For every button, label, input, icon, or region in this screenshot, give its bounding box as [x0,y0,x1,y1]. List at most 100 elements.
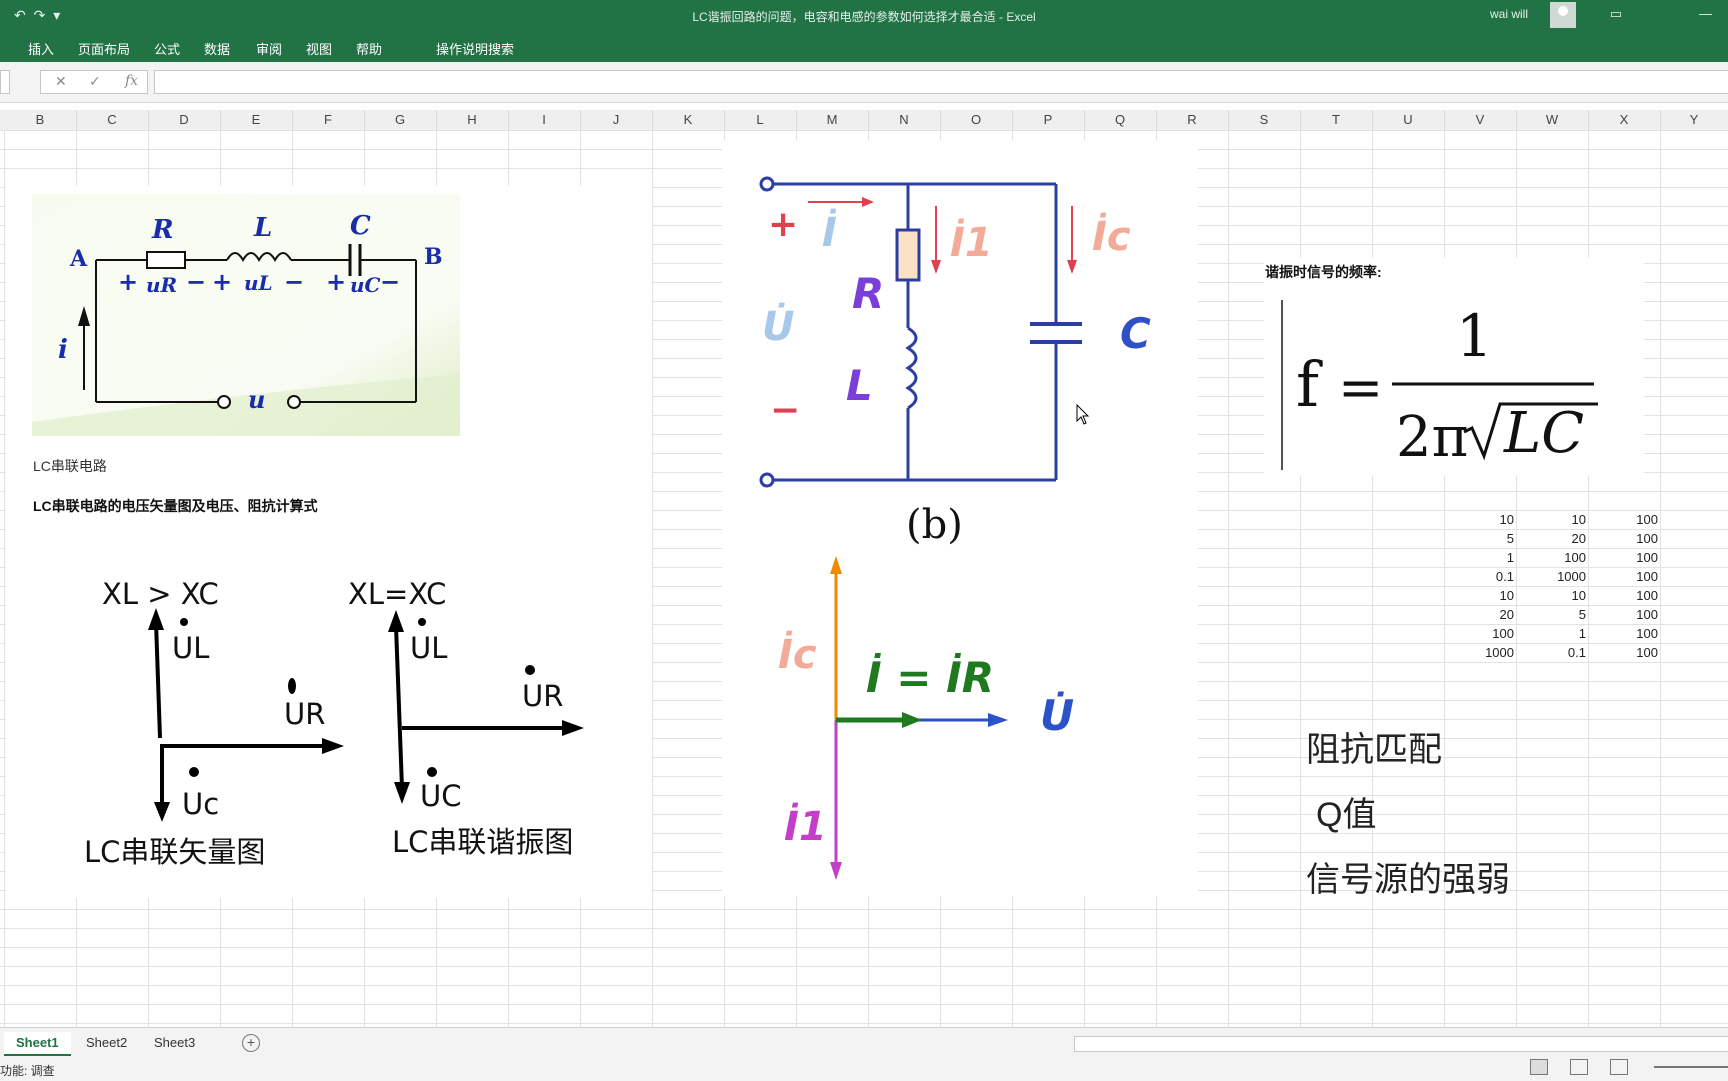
enter-icon[interactable]: ✓ [89,73,101,90]
col-W[interactable]: W [1516,110,1589,130]
page-break-view-icon[interactable] [1610,1059,1628,1075]
formula-numerator: 1 [1456,302,1493,370]
cancel-icon[interactable]: ✕ [55,73,67,90]
cell-X2[interactable]: 100 [1596,531,1658,546]
tab-view[interactable]: 视图 [306,39,332,58]
cell-V6[interactable]: 20 [1452,607,1514,622]
col-X[interactable]: X [1588,110,1661,130]
col-E[interactable]: E [220,110,293,130]
label-uR: uR [146,273,177,297]
col-D[interactable]: D [148,110,221,130]
minimize-icon[interactable]: — [1699,6,1712,21]
sheet-tab-2[interactable]: Sheet2 [74,1032,139,1054]
cell-X1[interactable]: 100 [1596,512,1658,527]
cell-V2[interactable]: 5 [1452,531,1514,546]
label-B: B [424,244,443,270]
col-T[interactable]: T [1300,110,1373,130]
cell-V3[interactable]: 1 [1452,550,1514,565]
formula-lhs: f [1296,348,1323,421]
zoom-slider[interactable] [1654,1066,1728,1068]
series-circuit-caption: LC串联电路 [33,458,107,474]
col-N[interactable]: N [868,110,941,130]
cell-V7[interactable]: 100 [1452,626,1514,641]
cell-W8[interactable]: 0.1 [1524,645,1586,660]
tab-help[interactable]: 帮助 [356,39,382,58]
ribbon-display-icon[interactable]: ▭ [1610,6,1622,22]
status-text: 功能: 调查 [0,1064,55,1078]
vector-right-UL: UL [410,631,447,665]
cell-W2[interactable]: 20 [1524,531,1586,546]
col-K[interactable]: K [652,110,725,130]
parallel-circuit-image[interactable]: + − İ U̇ İ1 İc R L C (b) [740,160,1170,560]
sheet-tab-3[interactable]: Sheet3 [142,1032,207,1054]
cell-V8[interactable]: 1000 [1452,645,1514,660]
fx-icon[interactable]: fx [125,73,138,89]
col-G[interactable]: G [364,110,437,130]
cell-X5[interactable]: 100 [1596,588,1658,603]
formula-input[interactable] [154,70,1728,94]
cell-W6[interactable]: 5 [1524,607,1586,622]
horizontal-scrollbar[interactable] [1074,1036,1728,1052]
formula-buttons: ✕ ✓ fx [40,70,148,94]
tab-insert[interactable]: 插入 [28,39,54,58]
phasor-diagram: İc İ = İR U̇ İ1 [778,556,1074,880]
cell-X7[interactable]: 100 [1596,626,1658,641]
col-U[interactable]: U [1372,110,1445,130]
vector-right-caption: LC串联谐振图 [392,825,573,859]
cell-W4[interactable]: 1000 [1524,569,1586,584]
label-uL: uL [244,271,273,295]
user-name[interactable]: wai will [1490,7,1528,21]
cell-W7[interactable]: 1 [1524,626,1586,641]
cell-W5[interactable]: 10 [1524,588,1586,603]
name-box[interactable] [0,70,10,94]
add-sheet-icon[interactable]: + [242,1034,260,1052]
col-H[interactable]: H [436,110,509,130]
avatar[interactable] [1550,2,1576,28]
col-Q[interactable]: Q [1084,110,1157,130]
vector-left-UR: UR [284,697,325,731]
cell-V5[interactable]: 10 [1452,588,1514,603]
tab-data[interactable]: 数据 [204,39,230,58]
cell-V4[interactable]: 0.1 [1452,569,1514,584]
cell-X6[interactable]: 100 [1596,607,1658,622]
col-B[interactable]: B [4,110,77,130]
tab-page-layout[interactable]: 页面布局 [78,39,130,58]
vector-right-condition: XL=XC [348,577,446,611]
vector-left-condition: XL > XC [102,577,219,611]
tab-review[interactable]: 审阅 [256,39,282,58]
cell-V1[interactable]: 10 [1452,512,1514,527]
sheet-tab-1[interactable]: Sheet1 [4,1032,71,1056]
cell-W3[interactable]: 100 [1524,550,1586,565]
frequency-formula[interactable]: f = 1 2π LC [1278,296,1638,474]
page-layout-view-icon[interactable] [1570,1059,1588,1075]
col-M[interactable]: M [796,110,869,130]
col-O[interactable]: O [940,110,1013,130]
col-L[interactable]: L [724,110,797,130]
vector-right-UC: UC [420,779,461,813]
series-circuit-image[interactable]: R L C A B i u uR uL uC + − + − + − [32,194,460,436]
tell-me-search[interactable]: 操作说明搜索 [436,39,514,58]
cell-X3[interactable]: 100 [1596,550,1658,565]
col-F[interactable]: F [292,110,365,130]
cell-W1[interactable]: 10 [1524,512,1586,527]
cell-X4[interactable]: 100 [1596,569,1658,584]
window-title: LC谐振回路的问题，电容和电感的参数如何选择才最合适 - Excel [692,10,1036,24]
label-u: u [248,385,265,414]
col-V[interactable]: V [1444,110,1517,130]
col-C[interactable]: C [76,110,149,130]
vector-heading: LC串联电路的电压矢量图及电压、阻抗计算式 [33,498,318,514]
col-P[interactable]: P [1012,110,1085,130]
col-J[interactable]: J [580,110,653,130]
tab-formulas[interactable]: 公式 [154,39,180,58]
vector-diagram-left: XL > XC UL UR Uc LC串联矢量图 [84,577,344,869]
label-C: C [350,211,371,241]
svg-text:+: + [212,268,232,296]
mouse-cursor-icon [1076,404,1090,425]
col-R[interactable]: R [1156,110,1229,130]
col-S[interactable]: S [1228,110,1301,130]
col-Y[interactable]: Y [1660,110,1728,130]
col-I[interactable]: I [508,110,581,130]
note-q-value: Q值 [1316,796,1377,834]
cell-X8[interactable]: 100 [1596,645,1658,660]
normal-view-icon[interactable] [1530,1059,1548,1075]
